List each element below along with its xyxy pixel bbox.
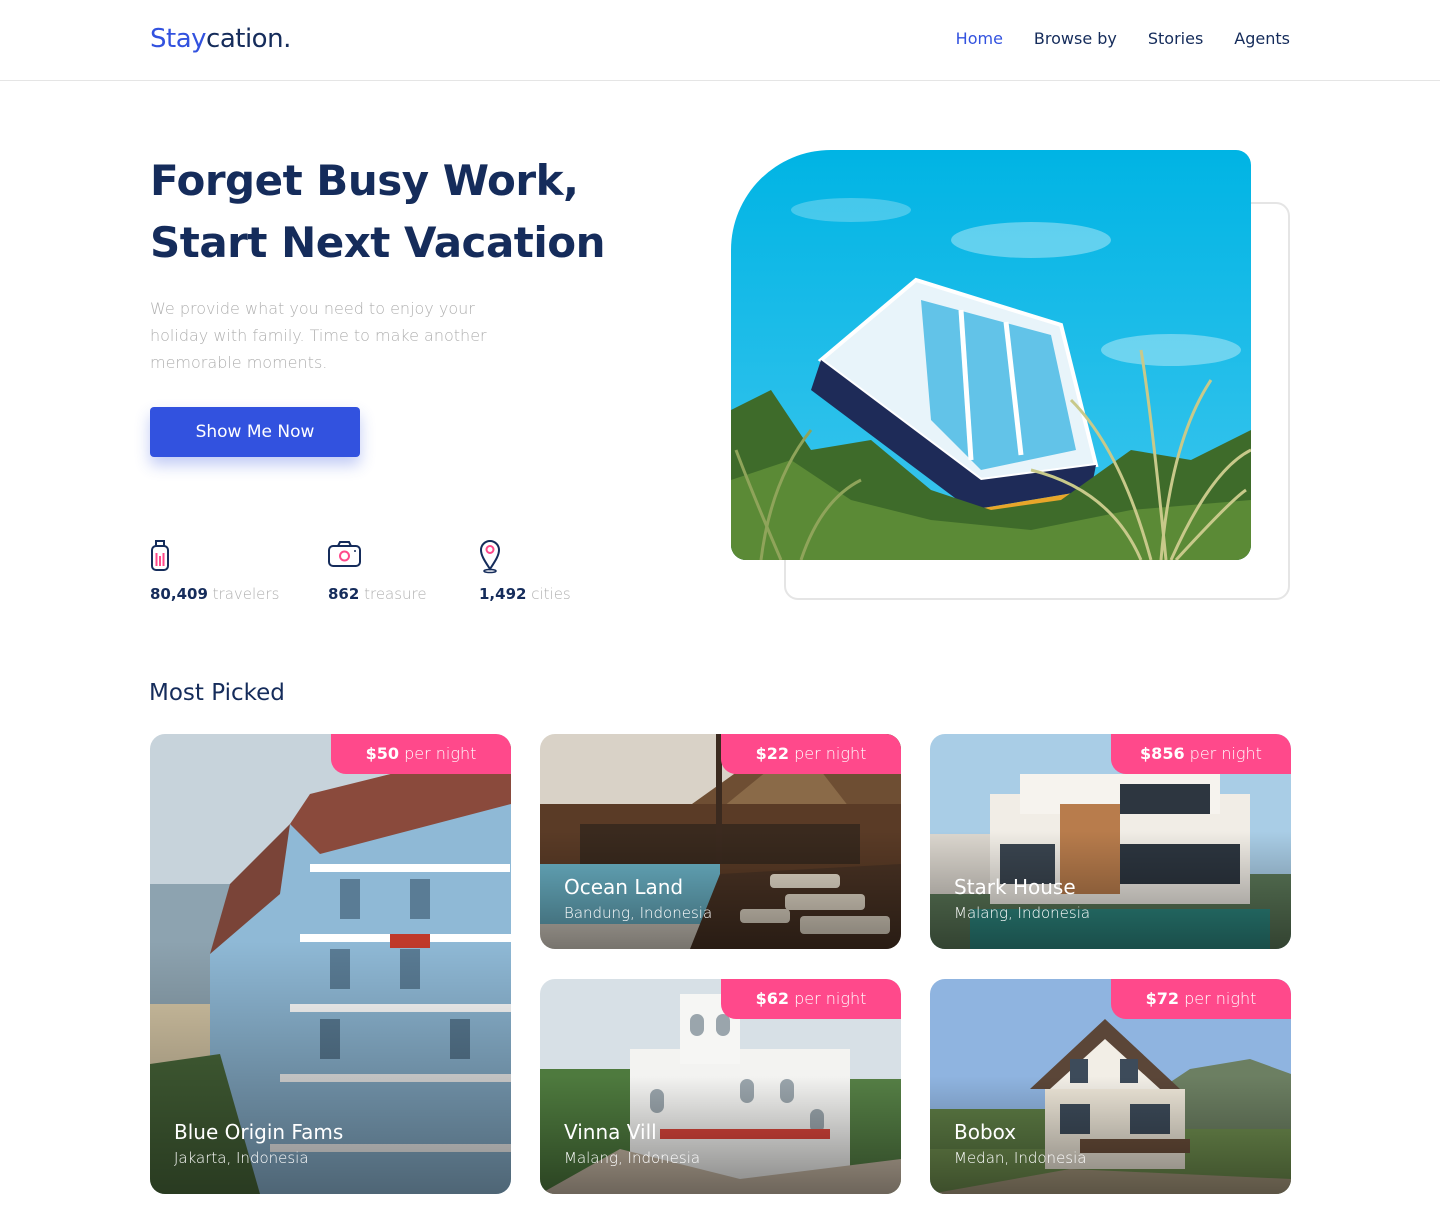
stat-label: cities — [531, 585, 571, 603]
price-unit: per night — [794, 989, 867, 1008]
hero-title: Forget Busy Work, Start Next Vacation — [150, 150, 606, 274]
price-unit: per night — [404, 744, 477, 763]
property-card-ocean-land[interactable]: $22 per night Ocean Land Bandung, Indone… — [540, 734, 901, 949]
show-me-now-button[interactable]: Show Me Now — [150, 407, 360, 457]
property-name: Blue Origin Fams — [174, 1120, 344, 1144]
stat-value: 1,492 — [479, 585, 527, 603]
property-name: Ocean Land — [564, 875, 684, 899]
luggage-icon — [151, 540, 169, 571]
price-badge: $62 per night — [721, 979, 901, 1019]
price-unit: per night — [1184, 989, 1257, 1008]
price-unit: per night — [794, 744, 867, 763]
stat-travelers: 80,409 travelers — [150, 538, 279, 603]
property-location: Malang, Indonesia — [564, 1149, 701, 1167]
hero-description: We provide what you need to enjoy your h… — [150, 299, 487, 372]
price-unit: per night — [1189, 744, 1262, 763]
property-name: Bobox — [954, 1120, 1017, 1144]
price-badge: $50 per night — [331, 734, 511, 774]
price-value: $856 — [1140, 744, 1185, 763]
logo-part-cation: cation. — [206, 24, 291, 54]
hero-title-line2: Start Next Vacation — [150, 218, 606, 267]
price-value: $62 — [755, 989, 790, 1008]
logo-part-stay: Stay — [150, 24, 207, 54]
property-name: Vinna Vill — [564, 1120, 657, 1144]
property-location: Malang, Indonesia — [954, 904, 1091, 922]
stat-treasure-text: 862 treasure — [328, 585, 427, 603]
nav-home[interactable]: Home — [956, 29, 1003, 48]
property-name: Stark House — [954, 875, 1076, 899]
stat-cities-text: 1,492 cities — [479, 585, 571, 603]
property-card-bobox[interactable]: $72 per night Bobox Medan, Indonesia — [930, 979, 1291, 1194]
property-location: Jakarta, Indonesia — [174, 1149, 309, 1167]
price-value: $22 — [755, 744, 790, 763]
property-card-blue-origin-fams[interactable]: $50 per night Blue Origin Fams Jakarta, … — [150, 734, 511, 1194]
site-header: Staycation. Home Browse by Stories Agent… — [0, 0, 1440, 81]
camera-icon — [328, 541, 361, 567]
stat-treasure: 862 treasure — [328, 538, 427, 603]
property-location: Bandung, Indonesia — [564, 904, 713, 922]
stat-value: 80,409 — [150, 585, 208, 603]
price-badge: $22 per night — [721, 734, 901, 774]
price-badge: $72 per night — [1111, 979, 1291, 1019]
nav-stories[interactable]: Stories — [1148, 29, 1203, 48]
hero-title-line1: Forget Busy Work, — [150, 156, 579, 205]
most-picked-title: Most Picked — [149, 680, 285, 706]
main-nav: Home Browse by Stories Agents — [956, 29, 1290, 48]
stat-label: treasure — [364, 585, 427, 603]
map-pin-icon — [479, 540, 501, 574]
nav-browse-by[interactable]: Browse by — [1034, 29, 1117, 48]
property-card-vinna-vill[interactable]: $62 per night Vinna Vill Malang, Indones… — [540, 979, 901, 1194]
property-location: Medan, Indonesia — [954, 1149, 1087, 1167]
stat-label: travelers — [212, 585, 280, 603]
price-value: $72 — [1145, 989, 1180, 1008]
price-badge: $856 per night — [1111, 734, 1291, 774]
hero-image — [731, 150, 1251, 560]
stat-cities: 1,492 cities — [479, 538, 571, 603]
property-card-stark-house[interactable]: $856 per night Stark House Malang, Indon… — [930, 734, 1291, 949]
logo[interactable]: Staycation. — [150, 24, 291, 54]
hero-photo-cabin — [731, 150, 1251, 560]
nav-agents[interactable]: Agents — [1234, 29, 1290, 48]
stat-value: 862 — [328, 585, 360, 603]
price-value: $50 — [365, 744, 400, 763]
hero-stats: 80,409 travelers 862 treasure 1,492 citi… — [150, 538, 610, 608]
stat-travelers-text: 80,409 travelers — [150, 585, 279, 603]
